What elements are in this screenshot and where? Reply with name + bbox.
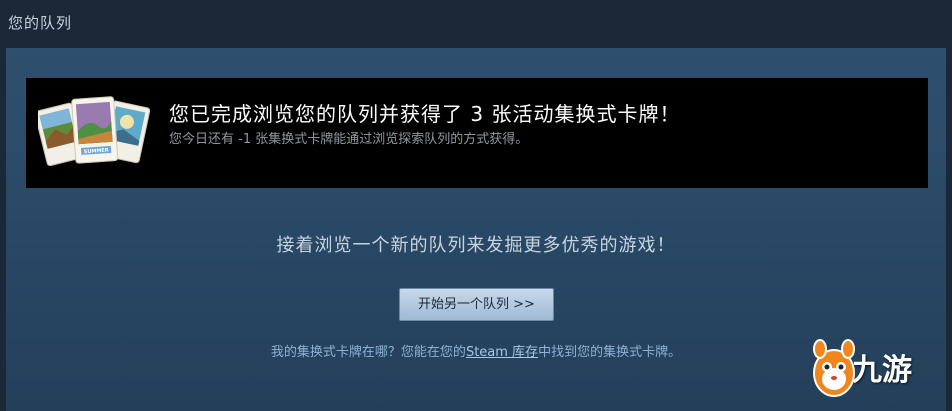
inventory-hint-prefix: 我的集换式卡牌在哪？您能在您的 [270,345,466,360]
watermark-text: 九游 [852,353,912,388]
next-queue-prompt: 接着浏览一个新的队列来发掘更多优秀的游戏！ [276,235,676,256]
cards-earned-banner: SUMMER 您已完成浏览您的队列并获得了 3 张活动集换式卡牌！ 您今日还有 … [26,78,928,188]
inventory-hint: 我的集换式卡牌在哪？您能在您的Steam 库存中找到您的集换式卡牌。 [6,341,946,360]
cards-earned-title: 您已完成浏览您的队列并获得了 3 张活动集换式卡牌！ [169,102,681,126]
start-another-queue-button[interactable]: 开始另一个队列 >> [399,288,554,321]
queue-complete-panel: SUMMER 您已完成浏览您的队列并获得了 3 张活动集换式卡牌！ 您今日还有 … [6,48,946,411]
watermark: 九游 [808,333,948,408]
cards-remaining-text: 您今日还有 -1 张集换式卡牌能通过浏览探索队列的方式获得。 [169,132,529,147]
steam-inventory-link[interactable]: Steam 库存 [466,345,538,360]
trading-cards-icon: SUMMER [38,96,150,167]
page-title: 您的队列 [8,14,73,32]
inventory-hint-suffix: 中找到您的集换式卡牌。 [538,345,682,360]
